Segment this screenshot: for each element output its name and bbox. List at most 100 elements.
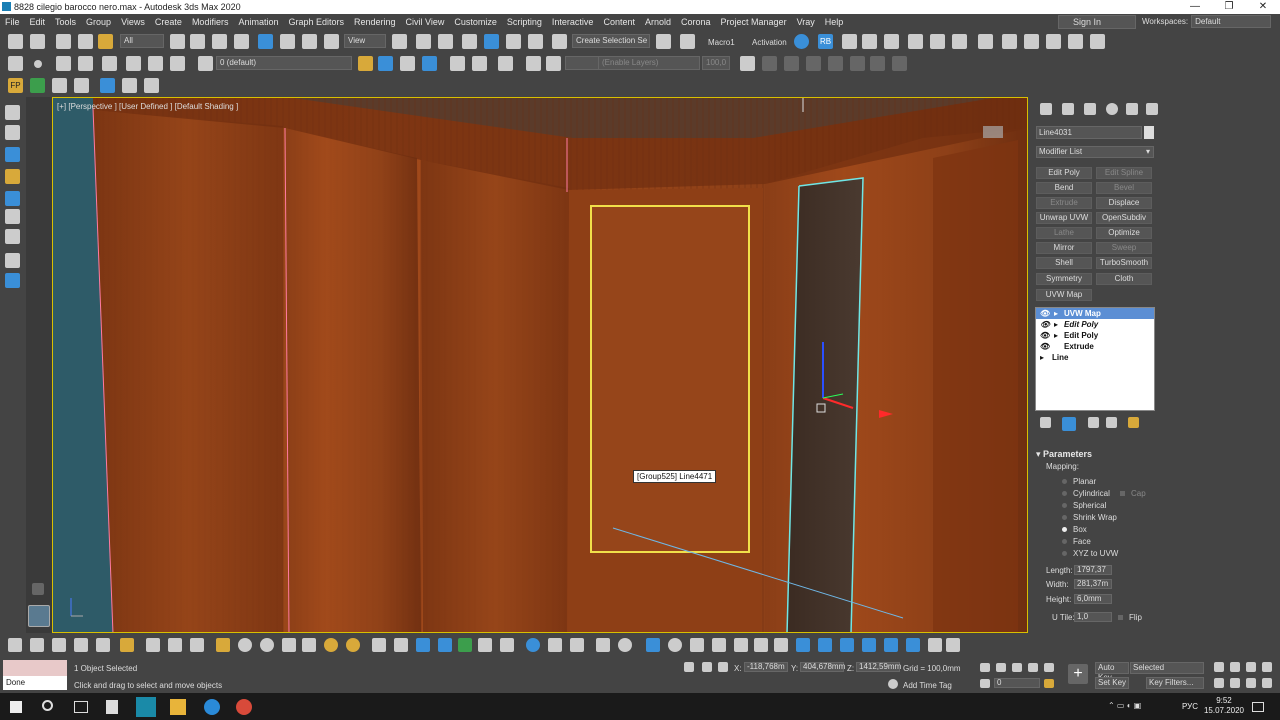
cylinder-primitive-icon[interactable] bbox=[282, 638, 296, 652]
container-icon[interactable] bbox=[8, 56, 23, 71]
object-color-swatch[interactable] bbox=[1144, 126, 1154, 139]
tool-icon-8[interactable] bbox=[168, 638, 182, 652]
modify-tab-icon[interactable] bbox=[1062, 103, 1074, 115]
x-coordinate-field[interactable]: -118,768m bbox=[744, 662, 788, 672]
undo-icon[interactable] bbox=[8, 34, 23, 49]
mapping-option-box[interactable]: Box bbox=[1062, 525, 1087, 534]
add-to-layer-icon[interactable] bbox=[378, 56, 393, 71]
mapping-option-spherical[interactable]: Spherical bbox=[1062, 501, 1106, 510]
modifier-button-lathe[interactable]: Lathe bbox=[1036, 227, 1092, 239]
next-frame-icon[interactable] bbox=[1028, 663, 1038, 672]
percent-snap-icon[interactable] bbox=[506, 34, 521, 49]
create-tab-icon[interactable] bbox=[1040, 103, 1052, 115]
render-production-icon[interactable] bbox=[1046, 34, 1061, 49]
macro-label[interactable]: Macro1 bbox=[708, 38, 735, 47]
maximize-button[interactable]: ❐ bbox=[1212, 0, 1246, 14]
modifier-button-bevel[interactable]: Bevel bbox=[1096, 182, 1152, 194]
rectangular-selection-icon[interactable] bbox=[212, 34, 227, 49]
enable-layers-dropdown[interactable]: (Enable Layers) bbox=[598, 56, 700, 70]
parameters-rollout-header[interactable]: ▾ Parameters bbox=[1036, 449, 1154, 460]
menu-civil-view[interactable]: Civil View bbox=[401, 14, 450, 30]
align-icon[interactable] bbox=[680, 34, 695, 49]
menu-rendering[interactable]: Rendering bbox=[349, 14, 401, 30]
tool-icon-30[interactable] bbox=[668, 638, 682, 652]
flip-checkbox[interactable]: Flip bbox=[1118, 613, 1142, 622]
railclone-icon[interactable] bbox=[100, 78, 115, 93]
layer-tool-6-icon[interactable] bbox=[850, 56, 865, 71]
windows-start-icon[interactable] bbox=[10, 701, 22, 713]
menu-project-manager[interactable]: Project Manager bbox=[716, 14, 792, 30]
forest-pack-icon[interactable]: FP bbox=[8, 78, 23, 93]
expand-icon[interactable]: ▸ bbox=[1054, 319, 1058, 330]
time-config-icon[interactable] bbox=[1044, 679, 1054, 688]
menu-tools[interactable]: Tools bbox=[50, 14, 81, 30]
pan-icon[interactable] bbox=[1230, 678, 1240, 688]
length-spinner[interactable]: 1797,37 bbox=[1074, 565, 1112, 575]
selection-lock-icon[interactable] bbox=[702, 662, 712, 672]
layer-manager-icon[interactable] bbox=[198, 56, 213, 71]
freeze-icon[interactable] bbox=[148, 56, 163, 71]
menu-modifiers[interactable]: Modifiers bbox=[187, 14, 234, 30]
auto-key-button[interactable]: Auto Key bbox=[1095, 662, 1129, 682]
mapping-option-planar[interactable]: Planar bbox=[1062, 477, 1096, 486]
set-key-button[interactable]: Set Key bbox=[1095, 677, 1129, 689]
select-manipulate-icon[interactable] bbox=[416, 34, 431, 49]
modifier-button-uvw-map[interactable]: UVW Map bbox=[1036, 289, 1092, 301]
tool-icon-29[interactable] bbox=[646, 638, 660, 652]
sun-icon[interactable] bbox=[346, 638, 360, 652]
stack-item-edit-poly-1[interactable]: 👁 ▸ Edit Poly bbox=[1036, 319, 1154, 330]
layer-tool-3-icon[interactable] bbox=[784, 56, 799, 71]
fov-icon[interactable] bbox=[1214, 678, 1224, 688]
tool-icon-26[interactable] bbox=[570, 638, 584, 652]
light-icon[interactable] bbox=[324, 638, 338, 652]
tool-icon-35[interactable] bbox=[774, 638, 788, 652]
reference-coordinate-dropdown[interactable]: View bbox=[344, 34, 386, 48]
motion-tab-icon[interactable] bbox=[1106, 103, 1118, 115]
eye-icon[interactable]: 👁 bbox=[1040, 330, 1050, 341]
modifier-button-sweep[interactable]: Sweep bbox=[1096, 242, 1152, 254]
3ds-max-taskbar-icon[interactable] bbox=[136, 697, 156, 717]
box-primitive-icon[interactable] bbox=[216, 638, 230, 652]
render-setup-icon[interactable] bbox=[978, 34, 993, 49]
eye-icon[interactable]: 👁 bbox=[1040, 319, 1050, 330]
modifier-button-cloth[interactable]: Cloth bbox=[1096, 273, 1152, 285]
previous-frame-icon[interactable] bbox=[996, 663, 1006, 672]
mapping-option-shrink-wrap[interactable]: Shrink Wrap bbox=[1062, 513, 1117, 522]
remove-modifier-icon[interactable] bbox=[1106, 417, 1117, 428]
tool-icon-27[interactable] bbox=[596, 638, 610, 652]
tool-icon-41[interactable] bbox=[906, 638, 920, 652]
layers-toggle-icon[interactable] bbox=[546, 56, 561, 71]
tool-icon-4[interactable] bbox=[74, 638, 88, 652]
key-mode-dropdown[interactable]: Selected bbox=[1130, 662, 1204, 674]
spinner-snap-icon[interactable] bbox=[528, 34, 543, 49]
tool-icon-42[interactable] bbox=[928, 638, 942, 652]
menu-corona[interactable]: Corona bbox=[676, 14, 716, 30]
brush-tool-icon[interactable] bbox=[5, 229, 20, 244]
cone-primitive-icon[interactable] bbox=[302, 638, 316, 652]
tool-icon-39[interactable] bbox=[862, 638, 876, 652]
layer-swatch[interactable] bbox=[565, 56, 599, 70]
input-language[interactable]: РУС bbox=[1182, 702, 1198, 711]
tool-icon-24[interactable] bbox=[526, 638, 540, 652]
modifier-list-dropdown[interactable]: Modifier List ▾ bbox=[1036, 146, 1154, 158]
curve-editor-icon[interactable] bbox=[908, 34, 923, 49]
modifier-button-edit-spline[interactable]: Edit Spline bbox=[1096, 167, 1152, 179]
maximize-viewport-icon[interactable] bbox=[1262, 678, 1272, 688]
transform-tool-icon[interactable] bbox=[5, 253, 20, 268]
modifier-button-mirror[interactable]: Mirror bbox=[1036, 242, 1092, 254]
table-icon[interactable] bbox=[144, 78, 159, 93]
display-tab-icon[interactable] bbox=[1126, 103, 1138, 115]
edit-named-selection-icon[interactable] bbox=[552, 34, 567, 49]
lasso-tool-icon[interactable] bbox=[5, 125, 20, 140]
stack-item-line[interactable]: ▸ Line bbox=[1036, 352, 1154, 363]
absolute-mode-icon[interactable] bbox=[718, 662, 728, 672]
tool-icon-3[interactable] bbox=[52, 638, 66, 652]
tool-icon-5[interactable] bbox=[96, 638, 110, 652]
new-layer-icon[interactable] bbox=[358, 56, 373, 71]
stack-item-uvw-map[interactable]: 👁 ▸ UVW Map bbox=[1036, 308, 1154, 319]
utilities-tab-icon[interactable] bbox=[1146, 103, 1158, 115]
show-end-result-icon[interactable] bbox=[1062, 417, 1076, 431]
go-to-start-icon[interactable] bbox=[980, 663, 990, 672]
notification-icon[interactable] bbox=[1252, 702, 1264, 712]
link-icon[interactable] bbox=[56, 34, 71, 49]
